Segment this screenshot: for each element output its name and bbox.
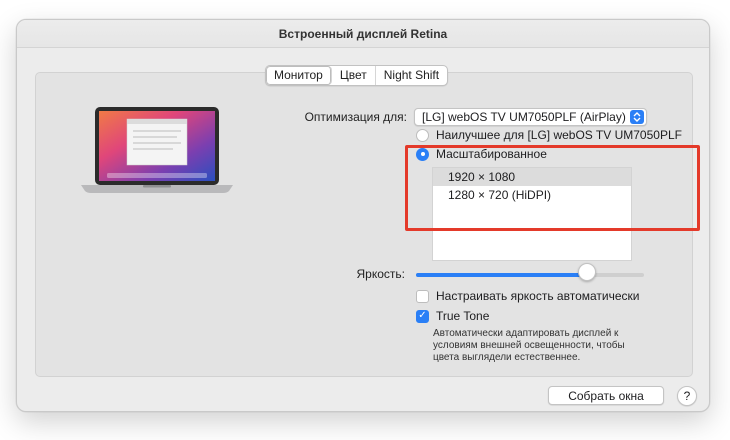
auto-brightness-checkbox[interactable]: Настраивать яркость автоматически (416, 289, 640, 303)
true-tone-description: Автоматически адаптировать дисплей к усл… (433, 328, 625, 363)
radio-label-best: Наилучшее для [LG] webOS TV UM7050PLF (436, 128, 682, 142)
optimization-label: Оптимизация для: (304, 110, 407, 124)
radio-button[interactable] (416, 147, 429, 161)
brightness-label: Яркость: (356, 267, 405, 281)
gather-windows-button[interactable]: Собрать окна (548, 386, 664, 405)
radio-button[interactable] (416, 128, 429, 142)
radio-best-for-display[interactable]: Наилучшее для [LG] webOS TV UM7050PLF (416, 128, 682, 142)
brightness-slider-knob[interactable] (578, 263, 596, 281)
resolution-item[interactable]: 1280 × 720 (HiDPI) (433, 186, 631, 204)
display-preferences-window: Встроенный дисплей Retina Монитор Цвет N… (16, 19, 710, 412)
laptop-icon (81, 107, 233, 193)
brightness-fill (416, 273, 587, 277)
checkbox[interactable] (416, 289, 429, 303)
optimization-popup[interactable]: [LG] webOS TV UM7050PLF (AirPlay) (414, 108, 647, 126)
optimization-value: [LG] webOS TV UM7050PLF (AirPlay) (422, 110, 626, 124)
window-title: Встроенный дисплей Retina (17, 20, 709, 48)
resolution-list: 1920 × 1080 1280 × 720 (HiDPI) (432, 167, 632, 261)
radio-scaled[interactable]: Масштабированное (416, 147, 547, 161)
tab-color[interactable]: Цвет (332, 66, 376, 85)
tab-bar: Монитор Цвет Night Shift (265, 65, 449, 86)
radio-label-scaled: Масштабированное (436, 147, 547, 161)
help-button[interactable]: ? (677, 386, 697, 406)
checkmark-icon[interactable]: ✓ (416, 309, 429, 323)
true-tone-label: True Tone (436, 309, 490, 323)
resolution-item[interactable]: 1920 × 1080 (433, 168, 631, 186)
true-tone-checkbox[interactable]: ✓ True Tone (416, 309, 489, 323)
tab-monitor[interactable]: Монитор (266, 66, 332, 85)
brightness-slider[interactable] (416, 273, 644, 277)
tab-night-shift[interactable]: Night Shift (376, 66, 447, 85)
auto-brightness-label: Настраивать яркость автоматически (436, 289, 640, 303)
chevron-up-down-icon (630, 110, 644, 124)
